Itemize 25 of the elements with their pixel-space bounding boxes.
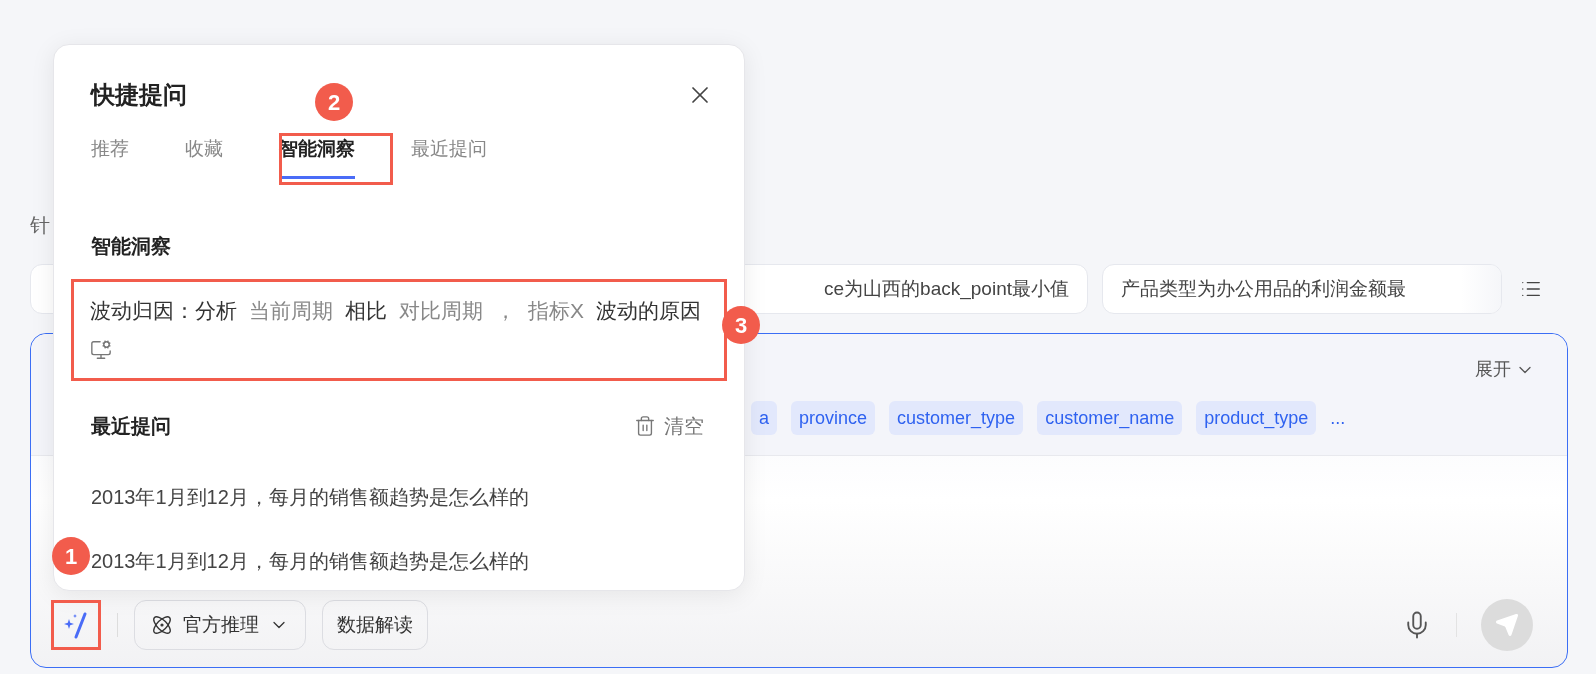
hint-text: 针 (30, 214, 50, 236)
chart-settings-icon[interactable] (90, 338, 112, 361)
section-heading: 最近提问 (91, 413, 171, 439)
recent-question[interactable]: 2013年1月到12月，每月的销售额趋势是怎么样的 (91, 482, 744, 511)
expand-button[interactable]: 展开 (1475, 356, 1535, 383)
field-tag[interactable]: customer_name (1037, 401, 1183, 435)
field-tag[interactable]: product_type (1196, 401, 1317, 435)
field-tag[interactable]: a (751, 401, 777, 435)
tab[interactable]: 最近提问 (411, 135, 487, 179)
atom-icon (151, 614, 173, 636)
recent-question[interactable]: 2013年1月到12月，每月的销售额趋势是怎么样的 (91, 546, 744, 575)
clear-button[interactable]: 清空 (634, 410, 704, 441)
interpret-button[interactable]: 数据解读 (322, 600, 428, 650)
suggestion-chip[interactable]: 产品类型为办公用品的利润金额最 (1102, 264, 1502, 314)
trash-icon (634, 414, 656, 437)
field-tag[interactable]: customer_type (889, 401, 1024, 435)
popup-title: 快捷提问 (91, 80, 187, 110)
tab[interactable]: 收藏 (185, 135, 223, 179)
send-icon (1495, 613, 1519, 637)
field-tag[interactable]: province (791, 401, 876, 435)
section-heading: 智能洞察 (91, 234, 171, 257)
tab[interactable]: 推荐 (91, 135, 129, 179)
more-fields[interactable]: ... (1330, 404, 1346, 432)
mode-dropdown[interactable]: 官方推理 (134, 600, 306, 650)
quick-question-button[interactable] (51, 600, 101, 650)
